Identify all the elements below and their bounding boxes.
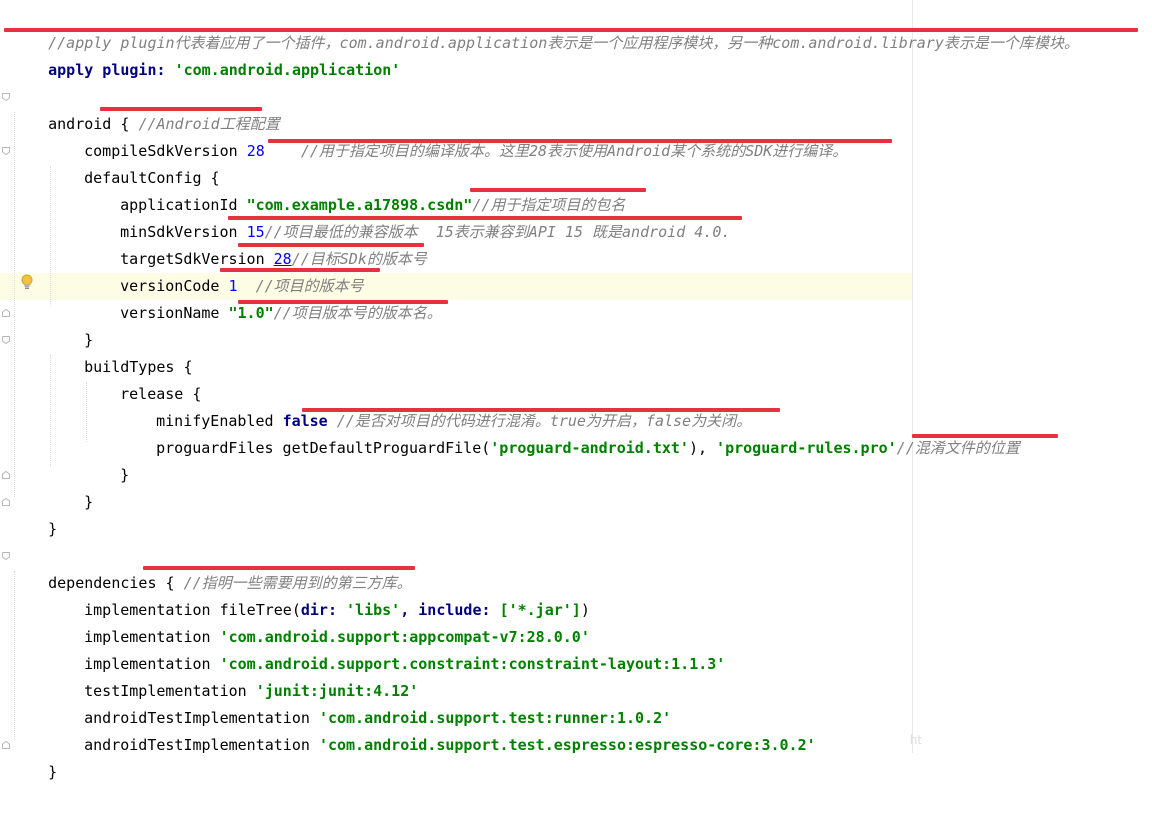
fold-marker-icon[interactable] [2,471,10,479]
comment-text: //项目版本号的版本名。 [273,304,442,322]
code-line-8[interactable]: minSdkVersion 15//项目最低的兼容版本 15表示兼容到API 1… [84,192,730,241]
code-line-1[interactable]: //apply plugin代表着应用了一个插件，com.android.app… [12,3,1079,52]
lightbulb-icon[interactable] [20,274,34,290]
annotation-underline [470,188,646,192]
annotation-underline [912,434,1058,438]
annotation-underline [100,107,262,111]
code-line-16[interactable]: proguardFiles getDefaultProguardFile('pr… [120,408,1020,457]
code-line-6[interactable]: defaultConfig { [48,138,219,187]
code-line-9[interactable]: targetSdkVersion 28//目标SDk的版本号 [84,219,427,268]
block-close: } [120,466,130,484]
block-close: } [48,520,58,538]
fold-marker-icon[interactable] [2,498,10,506]
code-line-5[interactable]: compileSdkVersion 28 //用于指定项目的编译版本。这里28表… [48,111,847,160]
fold-marker-icon[interactable] [2,309,10,317]
string-literal: "1.0" [228,304,274,322]
code-line-22[interactable]: implementation fileTree(dir: 'libs', inc… [48,570,590,619]
comment-text: //混淆文件的位置 [896,439,1020,457]
code-line-24[interactable]: implementation 'com.android.support.cons… [48,624,725,673]
string-literal: 'proguard-android.txt' [490,439,689,457]
annotation-underline [238,243,424,247]
string-literal: 'proguard-rules.pro' [716,439,897,457]
annotation-underline [143,566,415,570]
code-line-11[interactable]: versionName "1.0"//项目版本号的版本名。 [84,273,442,322]
fold-marker-icon[interactable] [2,741,10,749]
annotation-underline [4,28,1138,32]
property-name: proguardFiles getDefaultProguardFile( [156,439,491,457]
fold-marker-icon[interactable] [2,336,10,344]
punctuation: ), [688,439,717,457]
code-line-26[interactable]: androidTestImplementation 'com.android.s… [48,678,671,727]
code-line-14[interactable]: release { [84,354,201,403]
fold-marker-icon[interactable] [2,552,10,560]
code-line-13[interactable]: buildTypes { [48,327,192,376]
annotation-underline [238,300,448,304]
code-line-17[interactable]: } [84,435,129,484]
right-margin-guide [912,0,913,753]
watermark-text: ht [909,733,922,747]
code-line-25[interactable]: testImplementation 'junit:junit:4.12' [48,651,418,700]
code-line-28[interactable]: } [12,732,57,781]
number-literal: 28 [246,142,265,160]
comment-text: //用于指定项目的编译版本。这里28表示使用Android某个系统的SDK进行编… [300,142,848,160]
annotation-underline [302,408,780,412]
property-name: androidTestImplementation [84,736,310,754]
annotation-underline [228,216,742,220]
string-literal: 'com.android.support.test.espresso:espre… [318,736,816,754]
code-line-19[interactable]: } [12,489,57,538]
code-line-27[interactable]: androidTestImplementation 'com.android.s… [48,705,816,754]
block-close: } [48,763,58,781]
code-line-23[interactable]: implementation 'com.android.support:appc… [48,597,590,646]
code-editor[interactable]: //apply plugin代表着应用了一个插件，com.android.app… [0,0,1152,781]
annotation-underline [268,139,892,143]
fold-marker-icon[interactable] [2,147,10,155]
code-line-18[interactable]: } [48,462,93,511]
code-line-12[interactable]: } [48,300,93,349]
fold-marker-icon[interactable] [2,93,10,101]
block-close: } [84,493,94,511]
annotation-underline [220,268,380,272]
indent-guide [14,112,15,497]
property-name: versionName [120,304,220,322]
keyword-text: apply plugin: [48,61,166,79]
code-line-15[interactable]: minifyEnabled false //是否对项目的代码进行混淆。true为… [120,381,751,430]
code-line-2[interactable]: apply plugin: 'com.android.application' [12,30,400,79]
string-literal: 'com.android.application' [174,61,401,79]
